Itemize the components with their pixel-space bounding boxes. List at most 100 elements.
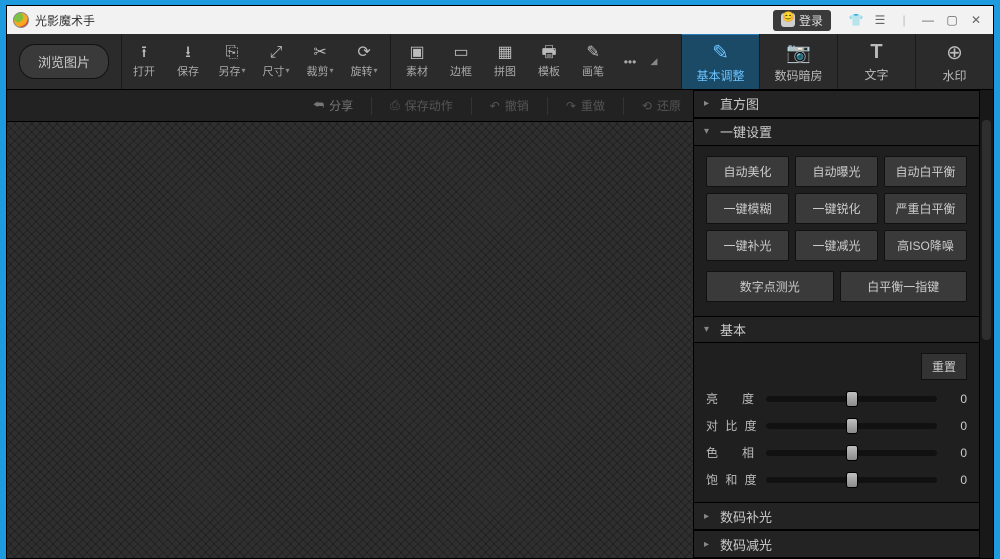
tb-save[interactable]: ⭳保存	[166, 34, 210, 89]
slider-thumb[interactable]	[846, 418, 858, 434]
tab-text[interactable]: T 文字	[837, 34, 915, 89]
text-icon: T	[870, 41, 882, 64]
slider-thumb[interactable]	[846, 472, 858, 488]
tb-frame[interactable]: ▭边框	[439, 34, 483, 89]
maximize-button[interactable]: ▢	[941, 11, 963, 29]
menu-button[interactable]: ☰	[869, 11, 891, 29]
chevron-right-icon: ▸	[704, 98, 714, 109]
login-label: 登录	[799, 12, 823, 29]
window-controls: 👕 ☰ | — ▢ ✕	[845, 11, 987, 29]
material-icon: ▣	[409, 45, 424, 61]
slider-contrast: 对 比 度 0	[706, 417, 967, 434]
chevron-right-icon: ▸	[704, 539, 714, 550]
tb-crop[interactable]: ✂裁剪▾	[298, 34, 342, 89]
save-as-icon: ⎘	[226, 45, 239, 61]
tb-save-as[interactable]: ⎘另存▾	[210, 34, 254, 89]
reset-button[interactable]: 重置	[921, 353, 967, 380]
btn-oneclick-blur[interactable]: 一键模糊	[706, 193, 789, 224]
save-icon: ⭳	[185, 45, 191, 61]
section-basic[interactable]: ▾ 基本	[694, 316, 979, 344]
redo-icon: ↷	[566, 99, 576, 113]
tab-darkroom[interactable]: 📷 数码暗房	[759, 34, 837, 89]
open-icon: ⭱	[141, 45, 147, 61]
tb-rotate[interactable]: ⟳旋转▾	[342, 34, 386, 89]
undo-button[interactable]: ↶撤销	[490, 97, 529, 114]
image-canvas[interactable]	[7, 122, 693, 558]
btn-auto-beautify[interactable]: 自动美化	[706, 156, 789, 187]
close-button[interactable]: ✕	[965, 11, 987, 29]
watermark-icon: ⊕	[946, 40, 963, 65]
undo-icon: ↶	[490, 99, 500, 113]
btn-auto-exposure[interactable]: 自动曝光	[795, 156, 878, 187]
btn-high-iso-denoise[interactable]: 高ISO降噪	[884, 230, 967, 261]
btn-oneclick-fill-light[interactable]: 一键补光	[706, 230, 789, 261]
login-button[interactable]: 登录	[773, 10, 831, 31]
minimize-button[interactable]: —	[917, 11, 939, 29]
btn-auto-whitebalance[interactable]: 自动白平衡	[884, 156, 967, 187]
section-basic-body: 重置 亮 度 0 对 比 度 0 色 相 0	[694, 343, 979, 502]
save-action-icon: ⎙	[390, 98, 400, 113]
app-window: 光影魔术手 登录 👕 ☰ | — ▢ ✕ 浏览图片 ⭱打开 ⭳保存 ⎘另存▾ ⤢…	[6, 5, 994, 559]
tb-open[interactable]: ⭱打开	[122, 34, 166, 89]
slider-hue-track[interactable]	[766, 450, 937, 456]
collage-icon: ▦	[497, 45, 512, 61]
action-bar: ⮪分享 ⎙保存动作 ↶撤销 ↷重做 ⟲还原	[7, 90, 693, 122]
btn-oneclick-sharpen[interactable]: 一键锐化	[795, 193, 878, 224]
tb-brush[interactable]: ✎画笔	[571, 34, 615, 89]
tb-more[interactable]: •••	[615, 34, 645, 89]
tb-template[interactable]: 🖶模板	[527, 34, 571, 89]
slider-thumb[interactable]	[846, 391, 858, 407]
toolbar-group: ⭱打开 ⭳保存 ⎘另存▾ ⤢尺寸▾ ✂裁剪▾ ⟳旋转▾ ▣素材 ▭边框 ▦拼图 …	[122, 34, 663, 89]
camera-icon: 📷	[786, 40, 811, 65]
mode-tabs: ✎ 基本调整 📷 数码暗房 T 文字 ⊕ 水印	[681, 34, 993, 89]
frame-icon: ▭	[453, 45, 468, 61]
resize-icon: ⤢	[270, 45, 283, 61]
side-panel: ▸ 直方图 ▾ 一键设置 自动美化 自动曝光 自动白平衡 一键模糊 一键锐化 严…	[693, 90, 993, 558]
user-face-icon	[781, 13, 795, 27]
brush-icon: ✎	[586, 45, 599, 61]
panel-scrollbar[interactable]	[979, 90, 993, 558]
save-action-button[interactable]: ⎙保存动作	[390, 97, 453, 114]
slider-thumb[interactable]	[846, 445, 858, 461]
btn-whitebalance-picker[interactable]: 白平衡一指键	[840, 271, 968, 302]
divider: |	[893, 11, 915, 29]
tab-watermark[interactable]: ⊕ 水印	[915, 34, 993, 89]
redo-button[interactable]: ↷重做	[566, 97, 605, 114]
revert-icon: ⟲	[642, 99, 652, 113]
section-reduce-light[interactable]: ▸ 数码减光	[694, 530, 979, 558]
rotate-icon: ⟳	[357, 45, 370, 61]
section-oneclick-body: 自动美化 自动曝光 自动白平衡 一键模糊 一键锐化 严重白平衡 一键补光 一键减…	[694, 146, 979, 316]
tb-toolbar-dropdown[interactable]: ◢	[645, 34, 663, 89]
slider-brightness-track[interactable]	[766, 396, 937, 402]
app-icon	[13, 12, 29, 28]
app-title: 光影魔术手	[35, 12, 95, 29]
slider-contrast-track[interactable]	[766, 423, 937, 429]
tb-material[interactable]: ▣素材	[395, 34, 439, 89]
slider-saturation: 饱 和 度 0	[706, 471, 967, 488]
slider-brightness: 亮 度 0	[706, 390, 967, 407]
scrollbar-thumb[interactable]	[982, 120, 991, 340]
btn-oneclick-reduce-light[interactable]: 一键减光	[795, 230, 878, 261]
share-button[interactable]: ⮪分享	[313, 97, 353, 114]
template-icon: 🖶	[541, 45, 556, 61]
chevron-down-icon: ▾	[704, 324, 714, 335]
titlebar: 光影魔术手 登录 👕 ☰ | — ▢ ✕	[7, 6, 993, 34]
tb-size[interactable]: ⤢尺寸▾	[254, 34, 298, 89]
browse-images-button[interactable]: 浏览图片	[19, 44, 109, 79]
tb-collage[interactable]: ▦拼图	[483, 34, 527, 89]
slider-saturation-track[interactable]	[766, 477, 937, 483]
crop-icon: ✂	[313, 45, 326, 61]
main-toolbar: 浏览图片 ⭱打开 ⭳保存 ⎘另存▾ ⤢尺寸▾ ✂裁剪▾ ⟳旋转▾ ▣素材 ▭边框…	[7, 34, 993, 90]
section-fill-light[interactable]: ▸ 数码补光	[694, 502, 979, 530]
edit-icon: ✎	[712, 40, 729, 65]
revert-button[interactable]: ⟲还原	[642, 97, 681, 114]
chevron-down-icon: ▾	[704, 126, 714, 137]
btn-spot-metering[interactable]: 数字点测光	[706, 271, 834, 302]
skin-button[interactable]: 👕	[845, 11, 867, 29]
tab-basic-adjust[interactable]: ✎ 基本调整	[681, 34, 759, 89]
section-histogram[interactable]: ▸ 直方图	[694, 90, 979, 118]
section-oneclick[interactable]: ▾ 一键设置	[694, 118, 979, 146]
main-area: ⮪分享 ⎙保存动作 ↶撤销 ↷重做 ⟲还原 ▸ 直方图 ▾	[7, 90, 993, 558]
btn-severe-whitebalance[interactable]: 严重白平衡	[884, 193, 967, 224]
slider-hue: 色 相 0	[706, 444, 967, 461]
